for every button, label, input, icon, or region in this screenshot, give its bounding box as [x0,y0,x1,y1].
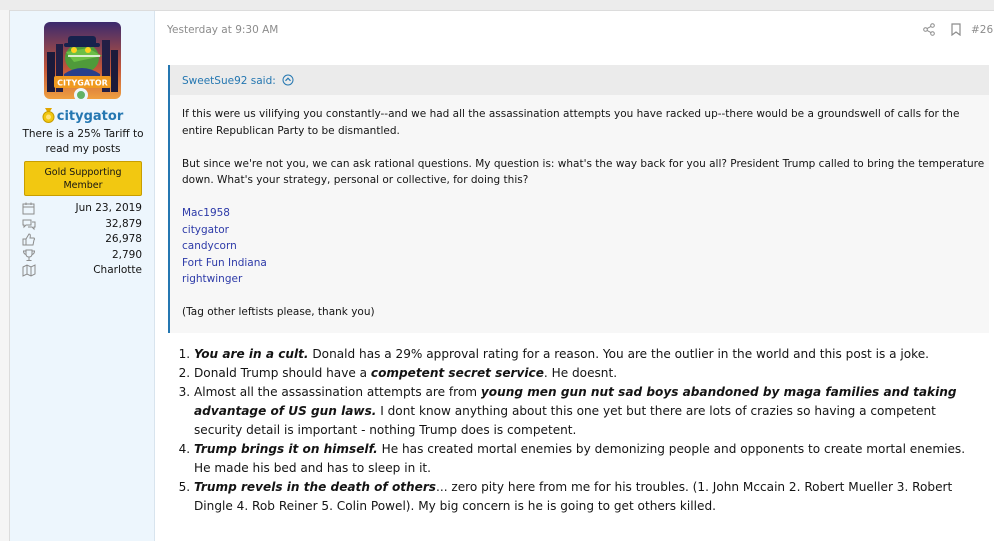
user-banner: Gold Supporting Member [24,161,142,196]
list-item: Trump brings it on himself. He has creat… [194,440,984,478]
calendar-icon [22,202,35,215]
quote-block: SweetSue92 said: If this were us vilifyi… [168,65,989,333]
share-icon[interactable] [923,23,935,36]
user-title: There is a 25% Tariff to read my posts [22,128,144,155]
page-top-strip [0,0,994,10]
forum-post: CITYGATOR citygator There is a 25% Tarif… [9,10,994,541]
stat-value: Charlotte [93,264,142,276]
stat-points: 2,790 [22,248,144,264]
quote-body: If this were us vilifying you constantly… [170,95,989,321]
list-item-emphasis: You are in a cult. [194,347,309,361]
mention-list: Mac1958 citygator candycorn Fort Fun Ind… [182,205,989,288]
list-item-emphasis: Trump revels in the death of others [194,480,437,494]
quote-author-link[interactable]: SweetSue92 said: [182,75,276,87]
stat-value: 26,978 [105,233,142,245]
quote-paragraph: But since we're not you, we can ask rati… [182,157,985,187]
online-status-indicator [74,88,88,102]
list-item-text: Donald has a 29% approval rating for a r… [308,347,929,361]
quote-header: SweetSue92 said: [170,65,989,95]
list-item: Trump revels in the death of others... z… [194,478,984,516]
stat-reactions: 26,978 [22,232,144,248]
bookmark-icon[interactable] [951,23,961,36]
mention-link[interactable]: candycorn [182,238,989,255]
list-item-emphasis: competent secret service [370,366,544,380]
medal-icon [42,108,55,127]
list-item-text: Donald Trump should have a [194,366,371,380]
trophy-icon [22,249,36,261]
list-item: Almost all the assassination attempts ar… [194,383,984,440]
list-item: You are in a cult. Donald has a 29% appr… [194,345,984,364]
stat-location: Charlotte [22,263,144,279]
username-row: citygator [10,108,155,127]
post-number-link[interactable]: #26 [971,24,993,36]
user-stats: Jun 23, 2019 32,879 26,978 2,790 Charlot… [22,201,144,279]
post-main: Yesterday at 9:30 AM #26 SweetSue92 said… [156,11,994,541]
stat-value: 2,790 [111,248,142,261]
stat-value: 32,879 [105,217,142,230]
post-ordered-list: You are in a cult. Donald has a 29% appr… [194,345,984,516]
stat-joined: Jun 23, 2019 [22,201,144,217]
username-link[interactable]: citygator [57,109,124,124]
stat-messages: 32,879 [22,217,144,233]
avatar-logo-text: CITYGATOR [57,79,108,88]
messages-icon [22,219,36,230]
list-item-text: . He doesnt. [543,366,618,380]
mention-link[interactable]: citygator [182,222,989,239]
quote-paragraph: (Tag other leftists please, thank you) [182,306,375,318]
thumbs-up-icon [22,233,35,246]
mention-link[interactable]: Fort Fun Indiana [182,255,989,272]
jump-to-quote-icon[interactable] [282,74,294,89]
list-item-text: Almost all the assassination attempts ar… [194,385,481,399]
mention-link[interactable]: Mac1958 [182,205,989,222]
user-sidebar: CITYGATOR citygator There is a 25% Tarif… [10,11,155,541]
list-item: Donald Trump should have a competent sec… [194,364,984,383]
stat-value: Jun 23, 2019 [75,202,142,214]
post-date-link[interactable]: Yesterday at 9:30 AM [167,24,278,36]
list-item-emphasis: Trump brings it on himself. [194,442,378,456]
map-icon [22,264,36,277]
mention-link[interactable]: rightwinger [182,271,989,288]
quote-paragraph: If this were us vilifying you constantly… [182,108,960,137]
